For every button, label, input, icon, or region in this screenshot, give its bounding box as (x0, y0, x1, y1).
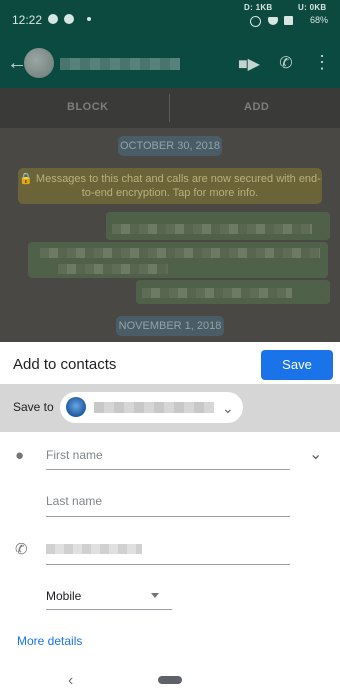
last-name-underline (46, 516, 290, 517)
account-email-redacted (94, 402, 214, 413)
dot-icon (87, 17, 91, 21)
save-to-label: Save to (13, 400, 54, 414)
phone-type-select[interactable]: Mobile (46, 589, 81, 603)
phone-number-redacted[interactable] (46, 544, 142, 554)
upload-speed: U: 0KB (298, 3, 327, 12)
person-icon: ● (15, 447, 25, 464)
phone-underline (46, 564, 290, 565)
battery-level: 68% (309, 15, 328, 25)
message-text-redacted (112, 224, 312, 234)
account-avatar (66, 397, 86, 417)
whatsapp-notification-icon (48, 14, 58, 24)
message-text-redacted (40, 248, 320, 258)
chat-notification-icon (64, 14, 74, 24)
status-bar: 12:22 D: 1KB U: 0KB 68% (0, 0, 340, 40)
dropdown-arrow-icon[interactable] (151, 593, 159, 598)
nav-back-icon[interactable]: ‹ (68, 672, 73, 690)
phone-icon[interactable]: ✆ (276, 53, 296, 73)
alarm-icon (250, 16, 261, 27)
contact-avatar[interactable] (24, 48, 54, 78)
first-name-field[interactable]: First name (46, 448, 103, 462)
download-speed: D: 1KB (244, 3, 273, 12)
unknown-contact-actions: BLOCK ADD (0, 88, 340, 128)
first-name-underline (46, 469, 290, 470)
contact-name-redacted[interactable] (60, 58, 180, 70)
wifi-icon (268, 17, 278, 25)
more-vert-icon[interactable]: ⋮ (313, 52, 331, 73)
save-button[interactable]: Save (261, 350, 333, 380)
video-call-icon[interactable]: ■▶ (238, 54, 260, 74)
phone-type-underline (46, 609, 172, 610)
last-name-field[interactable]: Last name (46, 494, 102, 508)
home-pill-icon[interactable] (158, 676, 182, 684)
more-details-link[interactable]: More details (17, 634, 82, 648)
date-divider: NOVEMBER 1, 2018 (116, 316, 224, 336)
message-text-redacted (58, 264, 168, 274)
action-divider (169, 94, 170, 122)
message-text-redacted (142, 288, 292, 298)
expand-name-chevron-icon[interactable]: ⌄ (309, 444, 322, 464)
add-button[interactable]: ADD (244, 101, 269, 113)
date-divider: OCTOBER 30, 2018 (118, 136, 222, 156)
chevron-down-icon[interactable]: ⌄ (222, 400, 234, 417)
encryption-notice[interactable]: 🔒 Messages to this chat and calls are no… (18, 168, 322, 204)
block-button[interactable]: BLOCK (67, 101, 109, 113)
status-time: 12:22 (12, 13, 43, 27)
sheet-title: Add to contacts (13, 356, 117, 373)
signal-icon (284, 16, 293, 25)
phone-icon: ✆ (15, 541, 28, 558)
